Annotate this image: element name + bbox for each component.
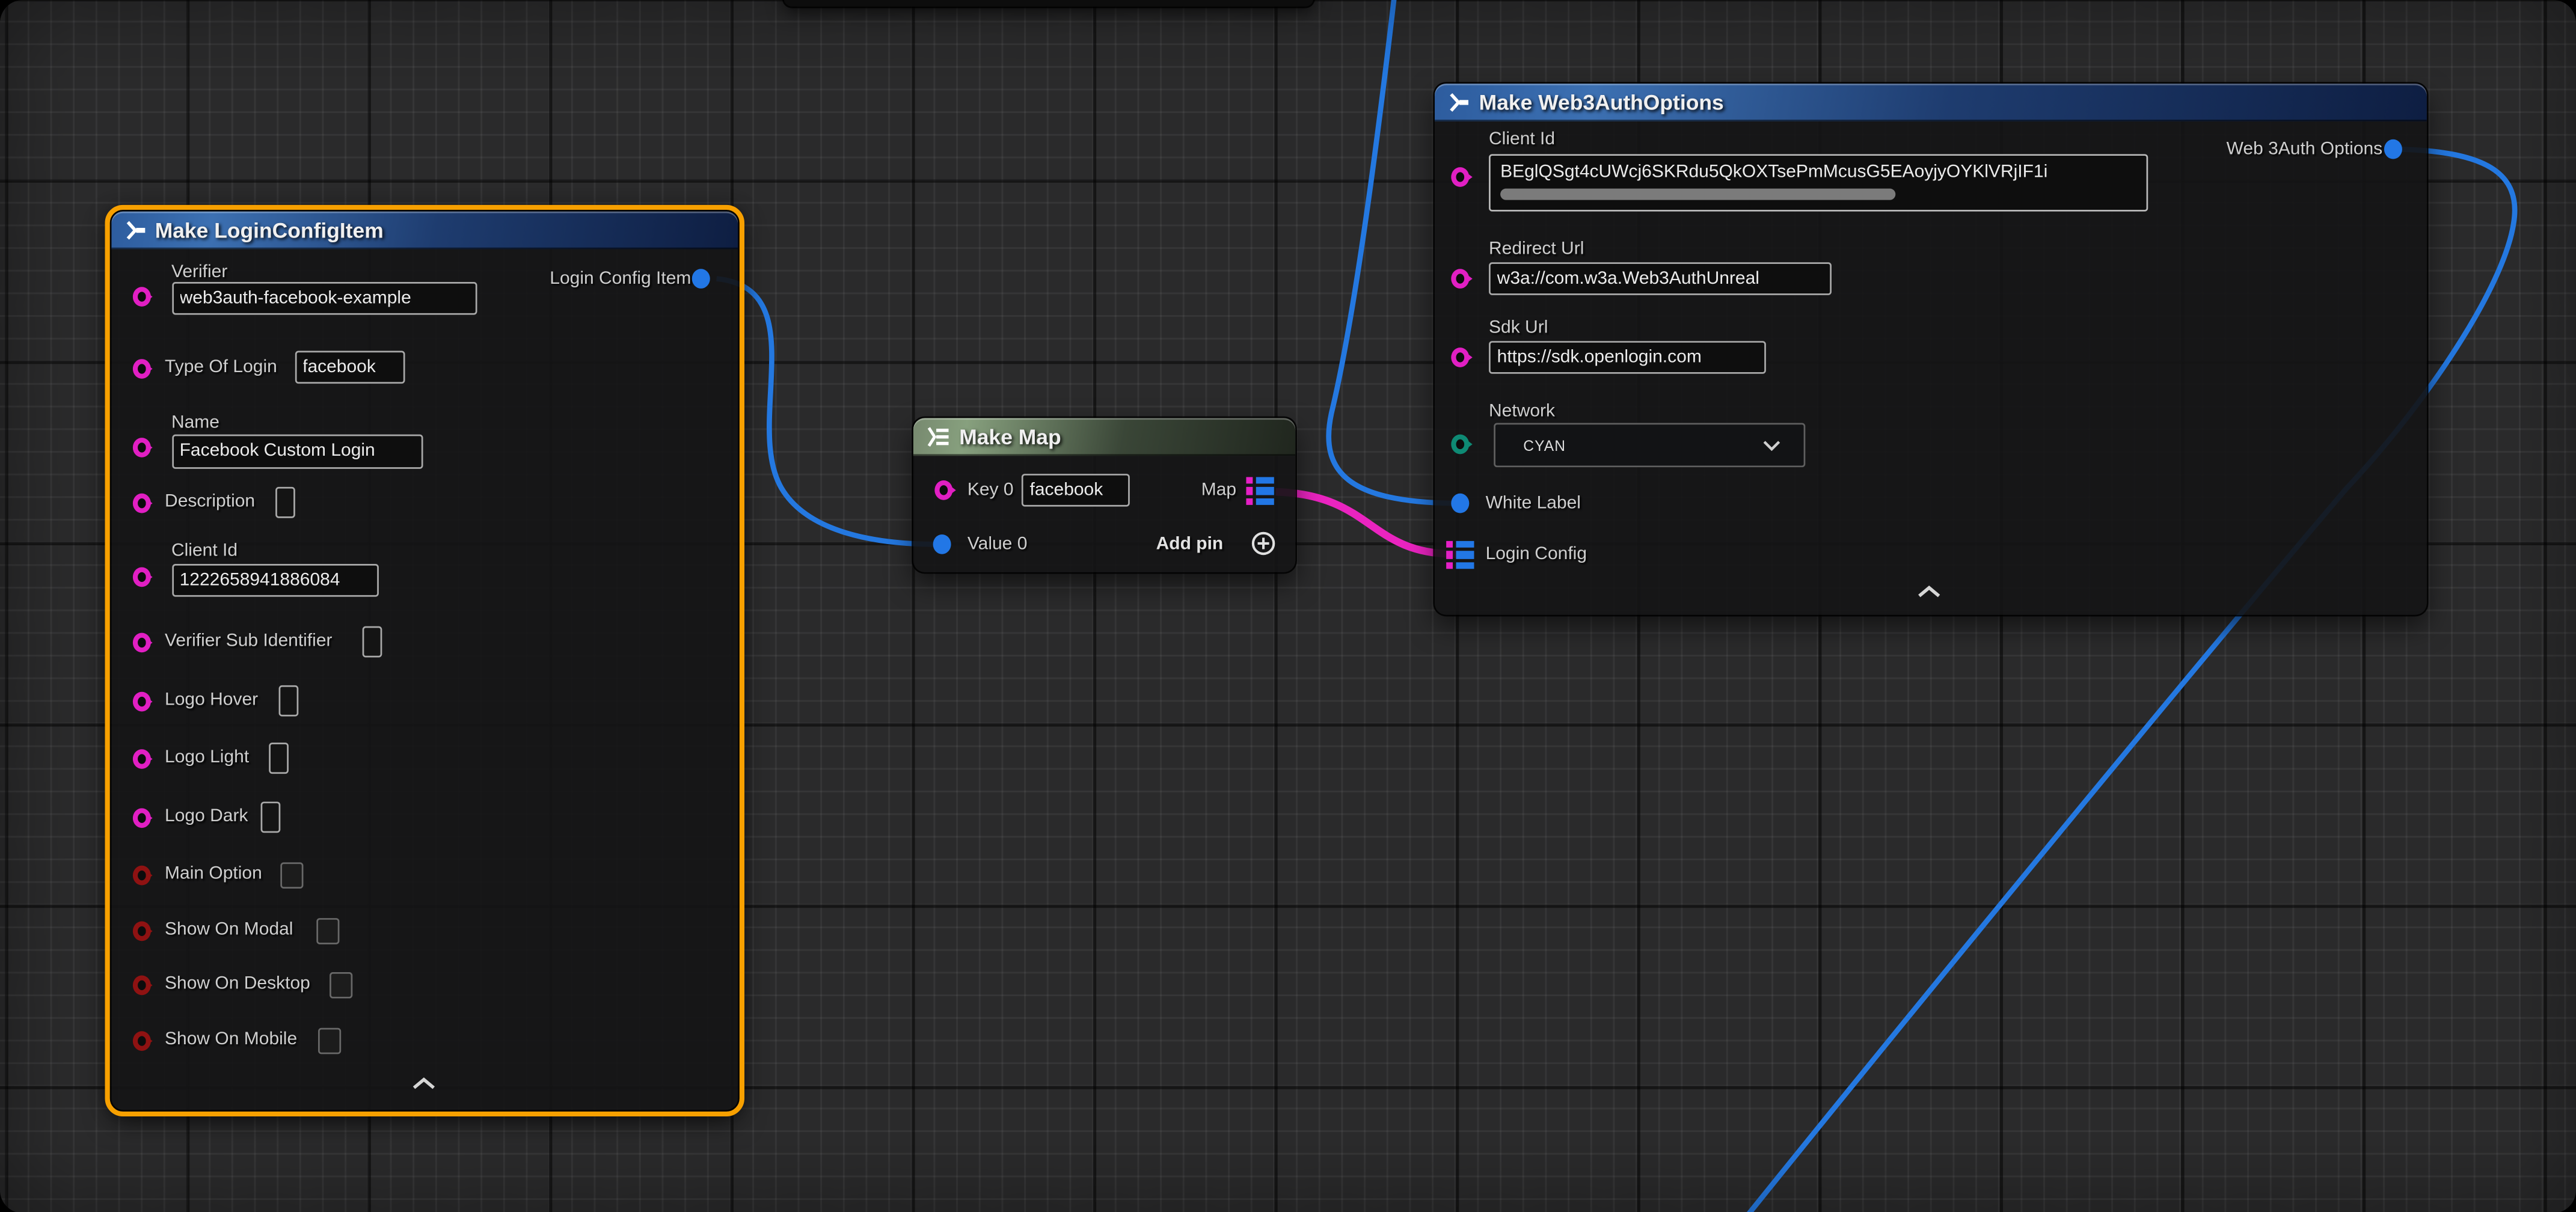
pin-label-login-config: Login Config (1486, 544, 1587, 564)
wire-map-to-login-config[interactable] (1276, 492, 1456, 554)
make-struct-icon (124, 219, 145, 240)
show-on-mobile-checkbox[interactable] (317, 1028, 340, 1054)
node-make-web3authoptions[interactable]: Make Web3AuthOptions Web 3Auth Options C… (1435, 84, 2427, 615)
output-pin-label: Login Config Item (550, 269, 691, 289)
pin-logo-dark[interactable] (132, 808, 150, 828)
pin-label-description: Description (165, 492, 255, 512)
pin-verifier-sub-identifier[interactable] (132, 633, 150, 653)
network-dropdown[interactable]: CYAN (1494, 423, 1805, 468)
pin-label-show-on-mobile: Show On Mobile (165, 1029, 297, 1049)
pin-logo-light[interactable] (132, 749, 150, 769)
make-map-icon (927, 426, 949, 447)
main-option-checkbox[interactable] (280, 862, 302, 889)
pin-label-network: Network (1489, 402, 1555, 421)
pin-label-key-0: Key 0 (968, 480, 1014, 500)
show-on-desktop-checkbox[interactable] (329, 972, 352, 999)
node-make-map[interactable]: Make Map Key 0 facebook Map Value 0 Add … (913, 418, 1295, 572)
node-make-loginconfigitem[interactable]: Make LoginConfigItem Login Config Item V… (111, 212, 737, 1110)
node-title: Make LoginConfigItem (155, 218, 384, 243)
logo-hover-field[interactable] (278, 685, 298, 717)
pin-label-sdk-url: Sdk Url (1489, 318, 1548, 338)
pin-redirect-url[interactable] (1451, 269, 1469, 289)
output-pin-web3auth-options[interactable] (2384, 139, 2402, 159)
pin-white-label[interactable] (1451, 494, 1469, 513)
pin-label-white-label: White Label (1486, 494, 1581, 513)
client-id-field[interactable]: 1222658941886084 (171, 564, 378, 597)
node-header[interactable]: Make LoginConfigItem (111, 212, 737, 249)
graph-canvas[interactable]: Make LoginConfigItem Login Config Item V… (0, 0, 2576, 1212)
description-field[interactable] (275, 487, 295, 518)
pin-label-verifier-sub-identifier: Verifier Sub Identifier (165, 631, 332, 651)
pin-value-0[interactable] (933, 534, 951, 554)
logo-dark-field[interactable] (260, 801, 280, 833)
pin-show-on-desktop[interactable] (132, 976, 150, 996)
add-pin-label: Add pin (1156, 534, 1224, 554)
output-pin-map[interactable] (1246, 477, 1274, 505)
collapse-chevron-icon[interactable] (1917, 586, 1942, 599)
pin-description[interactable] (132, 494, 150, 513)
pin-label-type-of-login: Type Of Login (165, 357, 277, 377)
collapse-chevron-icon[interactable] (411, 1077, 435, 1091)
pin-network[interactable] (1451, 435, 1469, 454)
pin-label-show-on-modal: Show On Modal (165, 920, 293, 940)
verifier-sub-identifier-field[interactable] (361, 626, 381, 658)
pin-login-config[interactable] (1446, 541, 1474, 569)
make-struct-icon (1448, 92, 1469, 113)
node-header[interactable]: Make Web3AuthOptions (1435, 84, 2427, 121)
chevron-down-icon (1762, 439, 1780, 451)
output-pin-label: Web 3Auth Options (2227, 139, 2383, 159)
wire-loginconfigitem-to-value0[interactable] (717, 279, 936, 545)
redirect-url-field[interactable]: w3a://com.w3a.Web3AuthUnreal (1489, 262, 1832, 295)
pin-label-name: Name (171, 413, 219, 433)
pin-label-verifier: Verifier (171, 262, 227, 282)
pin-label-redirect-url: Redirect Url (1489, 239, 1584, 259)
pin-sdk-url[interactable] (1451, 347, 1469, 367)
name-field[interactable]: Facebook Custom Login (171, 435, 422, 469)
logo-light-field[interactable] (268, 742, 288, 774)
pin-client-id[interactable] (132, 568, 150, 587)
pin-label-logo-hover: Logo Hover (165, 690, 258, 710)
pin-label-main-option: Main Option (165, 864, 262, 884)
horizontal-scrollbar[interactable] (1500, 189, 1895, 200)
output-pin-label-map: Map (1201, 480, 1236, 500)
pin-name[interactable] (132, 438, 150, 458)
key-0-field[interactable]: facebook (1022, 474, 1130, 507)
pin-label-show-on-desktop: Show On Desktop (165, 974, 310, 994)
pin-show-on-modal[interactable] (132, 922, 150, 941)
verifier-field[interactable]: web3auth-facebook-example (171, 282, 476, 315)
pin-label-client-id: Client Id (171, 541, 238, 561)
output-pin-login-config-item[interactable] (691, 269, 709, 289)
pin-main-option[interactable] (132, 866, 150, 886)
sdk-url-field[interactable]: https://sdk.openlogin.com (1489, 341, 1766, 374)
pin-label-logo-dark: Logo Dark (165, 807, 248, 827)
client-id-field[interactable]: BEglQSgt4cUWcj6SKRdu5QkOXTsePmMcusG5EAoy… (1489, 154, 2148, 211)
pin-label-logo-light: Logo Light (165, 747, 249, 767)
node-header[interactable]: Make Map (913, 418, 1295, 456)
type-of-login-field[interactable]: facebook (294, 351, 404, 384)
node-title: Make Map (959, 424, 1061, 449)
pin-show-on-mobile[interactable] (132, 1031, 150, 1051)
node-title: Make Web3AuthOptions (1479, 90, 1724, 115)
pin-type-of-login[interactable] (132, 359, 150, 379)
pin-verifier[interactable] (132, 287, 150, 307)
add-pin-icon[interactable] (1251, 531, 1276, 556)
blueprint-editor: Make LoginConfigItem Login Config Item V… (0, 0, 2576, 1212)
pin-label-client-id: Client Id (1489, 129, 1555, 149)
pin-logo-hover[interactable] (132, 692, 150, 712)
pin-label-value-0: Value 0 (968, 534, 1028, 554)
show-on-modal-checkbox[interactable] (316, 918, 339, 944)
pin-client-id[interactable] (1451, 167, 1469, 187)
pin-key-0[interactable] (934, 480, 952, 500)
offscreen-node-fragment[interactable] (784, 0, 1313, 7)
